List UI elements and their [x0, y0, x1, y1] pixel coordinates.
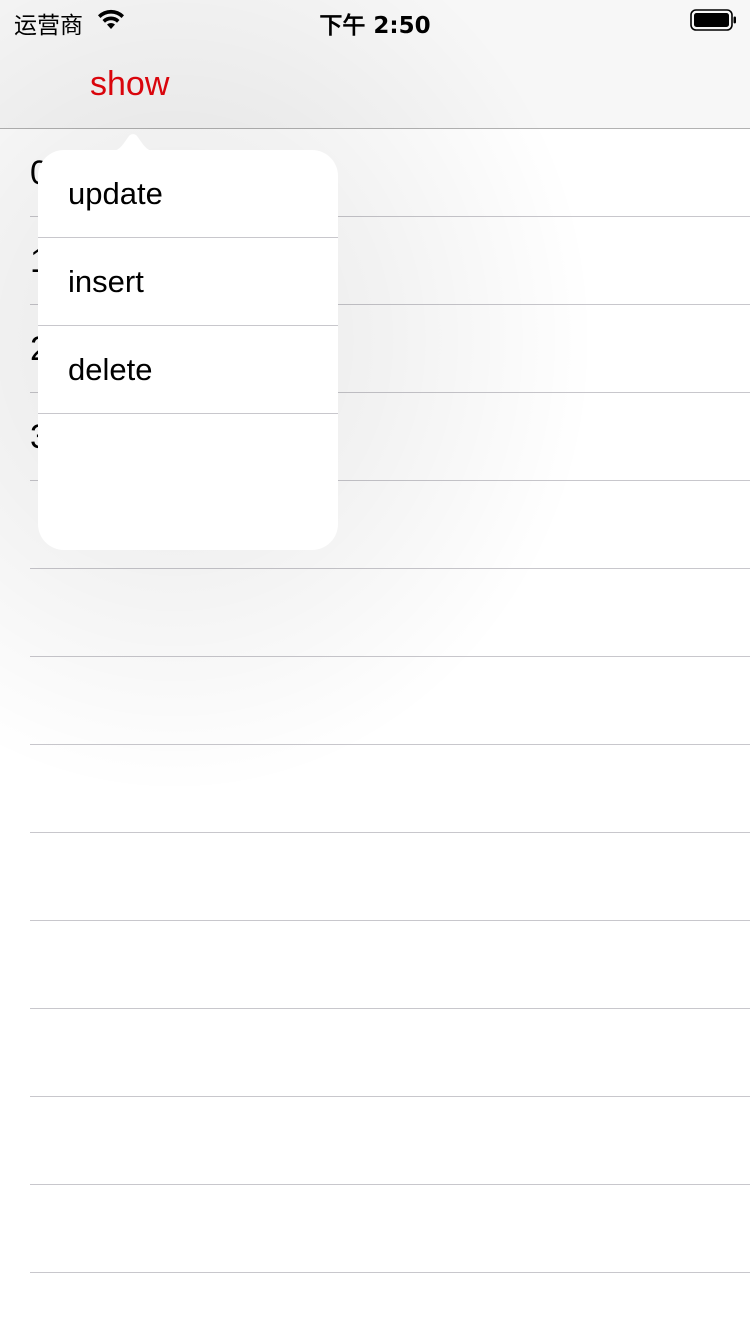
row-separator: [30, 1272, 750, 1273]
popover-menu: update insert delete: [38, 150, 338, 550]
show-button[interactable]: show: [90, 64, 169, 104]
status-time: 下午 2:50: [319, 13, 431, 39]
table-row[interactable]: [0, 1097, 750, 1185]
menu-item-label: update: [68, 176, 163, 211]
table-row[interactable]: [0, 657, 750, 745]
table-row[interactable]: [0, 921, 750, 1009]
table-row[interactable]: [0, 1185, 750, 1273]
navigation-bar: show: [0, 40, 750, 129]
table-row[interactable]: [0, 833, 750, 921]
menu-item-delete[interactable]: delete: [38, 326, 338, 414]
menu-item-label: delete: [68, 352, 153, 387]
table-row[interactable]: [0, 569, 750, 657]
menu-item-empty[interactable]: [38, 414, 338, 550]
menu-item-update[interactable]: update: [38, 150, 338, 238]
status-bar: 运营商 下午 2:50: [0, 0, 750, 40]
table-row[interactable]: [0, 745, 750, 833]
battery-icon: [690, 9, 736, 31]
menu-item-label: insert: [68, 264, 144, 299]
screen: 运营商 下午 2:50 show 0 1 2 3: [0, 0, 750, 1334]
popover-arrow: [105, 134, 161, 152]
table-row[interactable]: [0, 1009, 750, 1097]
menu-item-insert[interactable]: insert: [38, 238, 338, 326]
